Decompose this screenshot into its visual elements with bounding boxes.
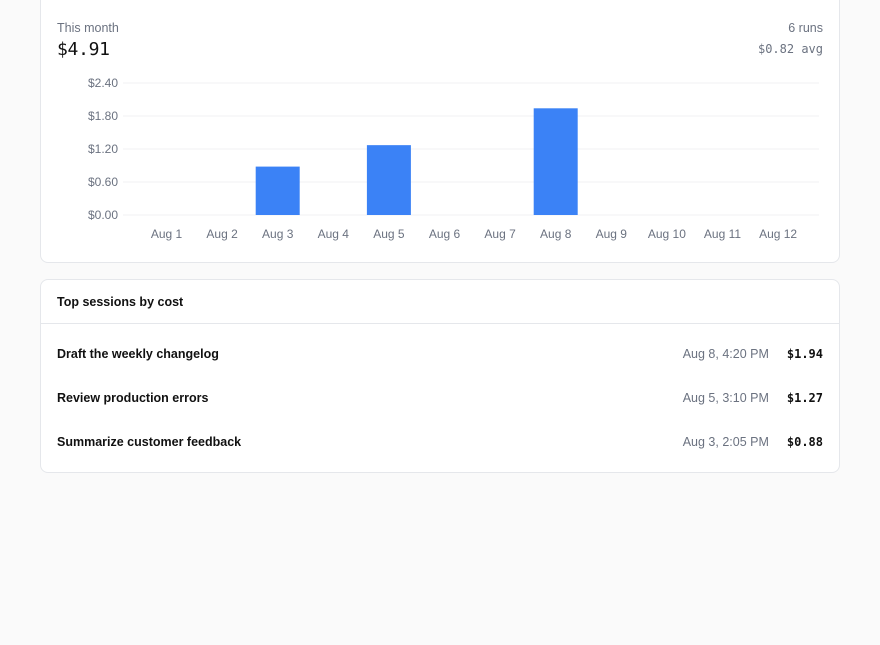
session-date: Aug 3, 2:05 PM	[682, 435, 769, 449]
y-tick-label: $0.00	[88, 208, 118, 222]
session-row[interactable]: Draft the weekly changelog Aug 8, 4:20 P…	[41, 332, 839, 376]
x-tick-label: Aug 3	[262, 227, 294, 241]
y-tick-label: $1.80	[88, 109, 118, 123]
session-list: Draft the weekly changelog Aug 8, 4:20 P…	[41, 324, 839, 464]
session-row[interactable]: Summarize customer feedback Aug 3, 2:05 …	[41, 420, 839, 464]
bar	[366, 145, 411, 215]
session-title: Review production errors	[57, 391, 209, 405]
x-tick-label: Aug 6	[429, 227, 461, 241]
session-row[interactable]: Review production errors Aug 5, 3:10 PM …	[41, 376, 839, 420]
x-tick-label: Aug 2	[206, 227, 238, 241]
session-title: Summarize customer feedback	[57, 435, 242, 449]
usage-card: This month $4.91 6 runs $0.82 avg $0.00 $…	[40, 0, 840, 263]
x-tick-label: Aug 12	[759, 227, 797, 241]
x-tick-label: Aug 5	[373, 227, 405, 241]
x-tick-label: Aug 10	[648, 227, 686, 241]
session-cost: $0.88	[786, 435, 823, 449]
x-tick-label: Aug 1	[151, 227, 183, 241]
session-date: Aug 5, 3:10 PM	[682, 391, 769, 405]
x-tick-label: Aug 4	[318, 227, 350, 241]
y-tick-label: $1.20	[88, 142, 118, 156]
x-tick-label: Aug 11	[704, 227, 741, 241]
daily-cost-chart: $0.00 $0.60 $1.20 $1.80 $2.40 Aug 1 Aug 2 Aug 3…	[88, 76, 819, 241]
top-sessions-card: Top sessions by cost Draft the weekly ch…	[40, 279, 840, 473]
session-title: Draft the weekly changelog	[57, 347, 219, 361]
top-sessions-header: Top sessions by cost	[41, 280, 839, 324]
bar	[533, 108, 578, 215]
session-cost: $1.27	[786, 391, 823, 405]
x-tick-label: Aug 7	[484, 227, 516, 241]
x-tick-label: Aug 9	[596, 227, 628, 241]
bar	[255, 166, 300, 215]
y-tick-label: $2.40	[88, 76, 118, 90]
section-title: Top sessions by cost	[57, 294, 184, 309]
session-cost: $1.94	[786, 347, 823, 361]
session-date: Aug 8, 4:20 PM	[682, 347, 769, 361]
y-tick-label: $0.60	[88, 175, 118, 189]
x-tick-label: Aug 8	[540, 227, 572, 241]
